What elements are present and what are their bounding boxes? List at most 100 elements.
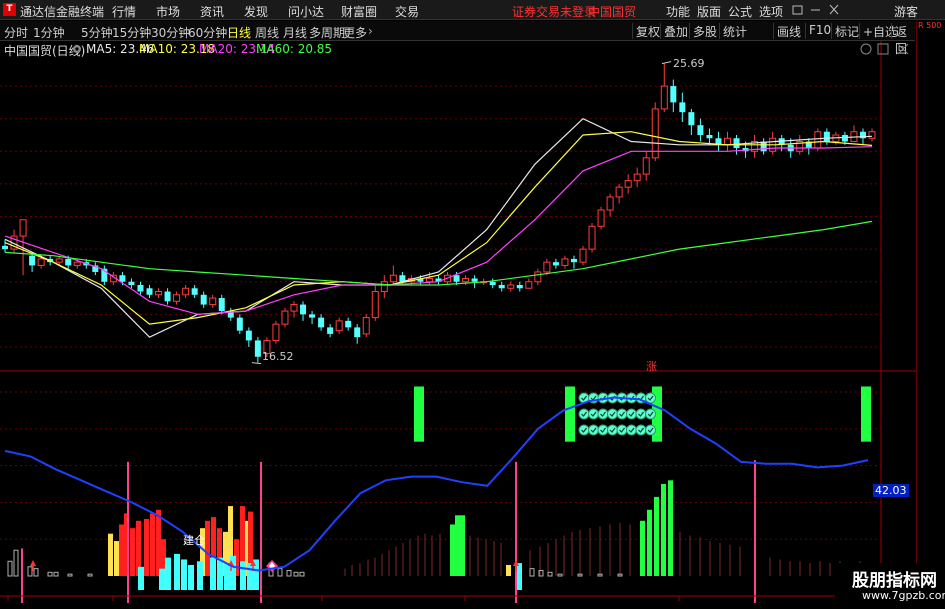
candle-body bbox=[281, 310, 289, 325]
gray-bar bbox=[538, 569, 544, 577]
candle-body bbox=[164, 291, 171, 302]
candle-body bbox=[19, 219, 27, 237]
check-badge-icon bbox=[588, 408, 599, 420]
login-status[interactable]: 证券交易未登录 bbox=[512, 3, 596, 20]
gray-bar bbox=[299, 571, 305, 577]
candle-body bbox=[823, 131, 830, 142]
candle-body bbox=[272, 323, 280, 341]
ma-line-ma5 bbox=[4, 117, 873, 338]
overlay-button[interactable]: 叠加 bbox=[660, 23, 688, 39]
yellow-bar bbox=[228, 506, 233, 576]
menu-market-quotes[interactable]: 行情 bbox=[112, 3, 136, 20]
gray-bar bbox=[7, 560, 13, 577]
candle-body bbox=[327, 327, 334, 334]
period-monthly[interactable]: 月线 bbox=[283, 24, 307, 41]
menu-options[interactable]: 选项 bbox=[759, 3, 783, 20]
red-bar bbox=[119, 524, 124, 576]
period-15min[interactable]: 15分钟 bbox=[112, 24, 151, 41]
cyan-block bbox=[224, 563, 230, 590]
panel-menu-icon[interactable] bbox=[860, 43, 872, 55]
cyan-block bbox=[240, 561, 246, 590]
check-mark-icon bbox=[647, 395, 654, 401]
skin-icon[interactable] bbox=[792, 5, 803, 15]
candle-body bbox=[425, 277, 433, 283]
check-badge-icon bbox=[578, 408, 590, 420]
menu-wealth-circle[interactable]: 财富圈 bbox=[341, 3, 377, 20]
red-bar bbox=[156, 509, 161, 576]
cyan-block bbox=[516, 563, 522, 590]
candle-body bbox=[245, 330, 252, 341]
check-badge-icon bbox=[607, 424, 618, 436]
period-weekly[interactable]: 周线 bbox=[255, 24, 279, 41]
check-badge-icon bbox=[578, 392, 590, 404]
check-badge-icon bbox=[616, 424, 628, 436]
check-mark-icon bbox=[609, 427, 616, 433]
period-multi[interactable]: 多周期 bbox=[309, 24, 345, 41]
gray-bar bbox=[13, 549, 19, 577]
check-mark-icon bbox=[581, 427, 587, 433]
draw-line-button[interactable]: 画线 bbox=[773, 23, 801, 39]
candle-body bbox=[796, 141, 804, 152]
multi-stock-button[interactable]: 多股 bbox=[689, 23, 717, 39]
candle-body bbox=[489, 281, 496, 285]
guest-user[interactable]: 游客 bbox=[894, 3, 918, 20]
settings-gear-icon[interactable] bbox=[72, 44, 82, 54]
menu-news[interactable]: 资讯 bbox=[200, 3, 224, 20]
period-1min[interactable]: 1分钟 bbox=[33, 24, 65, 41]
period-timeshare[interactable]: 分时 bbox=[4, 24, 28, 41]
menu-discover[interactable]: 发现 bbox=[244, 3, 268, 20]
menu-layout[interactable]: 版面 bbox=[697, 3, 721, 20]
cyan-block bbox=[230, 555, 236, 590]
period-5min[interactable]: 5分钟 bbox=[81, 24, 113, 41]
red-bar bbox=[211, 517, 216, 576]
check-badge-icon bbox=[597, 424, 609, 436]
stats-button[interactable]: 统计 bbox=[719, 23, 747, 39]
candle-body bbox=[371, 291, 379, 319]
menu-function[interactable]: 功能 bbox=[666, 3, 690, 20]
yellow-bar bbox=[108, 533, 113, 576]
yellow-bar bbox=[244, 520, 249, 576]
candle-body bbox=[742, 148, 749, 152]
period-30min[interactable]: 30分钟 bbox=[151, 24, 190, 41]
gray-bar bbox=[577, 573, 583, 577]
candle-body bbox=[55, 258, 63, 263]
top-green-bar bbox=[565, 386, 575, 442]
candle-body bbox=[787, 144, 794, 152]
up-arrow-icon bbox=[228, 560, 234, 566]
candle-body bbox=[706, 135, 713, 139]
period-daily[interactable]: 日线 bbox=[227, 24, 251, 41]
check-badge-icon bbox=[616, 408, 628, 420]
check-badge-icon bbox=[578, 424, 590, 436]
candle-body bbox=[588, 225, 596, 250]
candle-body bbox=[354, 327, 361, 338]
panel-maximize-icon[interactable] bbox=[877, 43, 889, 55]
check-badge-icon bbox=[645, 408, 656, 420]
candle-body bbox=[579, 248, 587, 263]
adjust-button[interactable]: 复权 bbox=[632, 23, 660, 39]
mark-button[interactable]: 标记 bbox=[831, 23, 859, 39]
candle-body bbox=[688, 112, 695, 126]
candle-body bbox=[444, 274, 452, 283]
gray-bar bbox=[87, 573, 93, 577]
menu-market[interactable]: 市场 bbox=[156, 3, 180, 20]
gray-bar bbox=[67, 573, 73, 577]
up-arrow-icon bbox=[30, 560, 36, 566]
f10-button[interactable]: F10 bbox=[805, 23, 831, 39]
more-chevron-icon[interactable]: › bbox=[368, 24, 373, 38]
candle-body bbox=[37, 258, 45, 266]
back-button[interactable]: 返回 bbox=[891, 23, 915, 56]
menu-trade[interactable]: 交易 bbox=[395, 3, 419, 20]
quote-side-panel bbox=[916, 21, 945, 609]
check-badge-icon bbox=[597, 392, 609, 404]
candle-body bbox=[119, 275, 126, 282]
candle-body bbox=[606, 196, 614, 211]
cyan-block bbox=[174, 553, 180, 590]
period-60min[interactable]: 60分钟 bbox=[188, 24, 227, 41]
green-bar bbox=[455, 515, 460, 576]
candle-body bbox=[128, 281, 135, 285]
menu-ask-xiaoda[interactable]: 问小达 bbox=[288, 3, 324, 20]
period-more[interactable]: 更多 bbox=[343, 24, 367, 41]
candle-body bbox=[155, 291, 163, 296]
menu-formula[interactable]: 公式 bbox=[728, 3, 752, 20]
high-price-label: 25.69 bbox=[673, 57, 705, 70]
